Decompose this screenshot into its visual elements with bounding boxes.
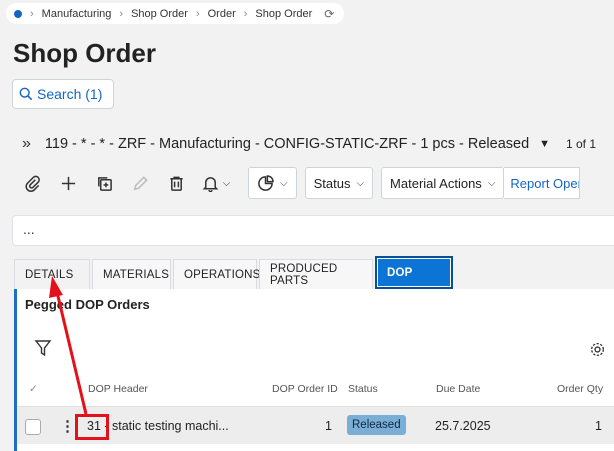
chevron-right-icon: ›	[195, 7, 200, 20]
chevron-down-icon: ⌵	[356, 177, 365, 189]
caret-down-icon[interactable]: ▼	[539, 138, 550, 150]
dop-order-id-cell: 1	[325, 419, 332, 433]
report-operation-button[interactable]: Report Oper	[504, 167, 581, 199]
breadcrumb-order[interactable]: Order	[208, 8, 236, 20]
attachment-button[interactable]	[14, 167, 50, 199]
column-header-status[interactable]: Status	[348, 383, 378, 395]
column-header-due-date[interactable]: Due Date	[436, 383, 480, 395]
chevron-down-icon: ⌵	[222, 177, 231, 189]
home-dot-icon[interactable]	[14, 9, 22, 18]
edit-button[interactable]	[122, 167, 158, 199]
command-toolbar: ⌵ ⌵ Status ⌵ Material Actions ⌵ Report O…	[14, 166, 614, 200]
record-pager: 1 of 1	[565, 137, 596, 151]
search-icon	[19, 87, 33, 101]
add-button[interactable]	[50, 167, 86, 199]
chevron-down-icon: ⌵	[487, 177, 496, 189]
due-date-cell: 25.7.2025	[435, 419, 491, 433]
status-badge: Released	[347, 415, 406, 435]
pie-chart-icon	[258, 174, 274, 191]
material-actions-label: Material Actions	[390, 175, 482, 191]
column-header-dop-header[interactable]: DOP Header	[88, 383, 148, 395]
search-button-label: Search (1)	[37, 86, 103, 102]
page-title: Shop Order	[13, 38, 157, 68]
gear-icon[interactable]	[589, 341, 606, 358]
copy-plus-icon	[97, 176, 112, 191]
breadcrumb-current: Shop Order	[255, 7, 313, 20]
breadcrumb: › Manufacturing › Shop Order › Order › S…	[6, 3, 345, 24]
row-checkbox[interactable]	[25, 419, 41, 435]
order-qty-cell: 1	[595, 419, 602, 433]
duplicate-button[interactable]	[86, 167, 122, 199]
trash-icon	[169, 176, 183, 191]
paperclip-icon	[24, 175, 40, 192]
filter-icon[interactable]	[34, 339, 52, 357]
breadcrumb-shop-order[interactable]: Shop Order	[131, 8, 188, 20]
delete-button[interactable]	[158, 167, 194, 199]
bell-icon	[202, 176, 219, 192]
column-header-order-qty[interactable]: Order Qty	[557, 383, 603, 395]
plus-icon	[61, 176, 75, 190]
double-chevron-right-icon[interactable]: »	[22, 135, 31, 153]
breadcrumb-manufacturing[interactable]: Manufacturing	[42, 8, 112, 20]
notification-button[interactable]: ⌵	[194, 167, 238, 199]
tab-details[interactable]: DETAILS	[14, 259, 90, 289]
panel-title: Pegged DOP Orders	[25, 297, 150, 312]
column-header-dop-order-id[interactable]: DOP Order ID	[272, 383, 338, 395]
material-actions-dropdown[interactable]: Material Actions ⌵	[381, 167, 505, 199]
status-dropdown[interactable]: Status ⌵	[304, 167, 374, 199]
chart-dropdown[interactable]: ⌵	[248, 167, 297, 199]
chevron-right-icon: ›	[30, 7, 34, 20]
search-button[interactable]: Search (1)	[12, 79, 114, 109]
chevron-right-icon: ›	[243, 7, 248, 20]
pencil-icon	[133, 175, 148, 190]
record-title: 119 - * - * - ZRF - Manufacturing - CONF…	[44, 136, 530, 152]
chevron-down-icon: ⌵	[280, 177, 288, 189]
chevron-right-icon: ›	[119, 7, 124, 20]
tab-dop[interactable]: DOP	[375, 256, 453, 289]
tab-bar: DETAILS MATERIALS OPERATIONS PRODUCED PA…	[14, 256, 455, 289]
header-details-bar[interactable]: ...	[12, 215, 614, 246]
status-dropdown-label: Status	[313, 175, 351, 191]
record-selector[interactable]: » 119 - * - * - ZRF - Manufacturing - CO…	[22, 132, 614, 156]
refresh-icon[interactable]: ⟳	[324, 7, 334, 21]
tab-produced-parts[interactable]: PRODUCED PARTS	[259, 259, 373, 289]
row-menu-icon[interactable]: ⋮	[60, 417, 75, 435]
tab-operations[interactable]: OPERATIONS	[173, 259, 260, 289]
tab-materials[interactable]: MATERIALS	[92, 259, 171, 289]
annotation-highlight-box	[75, 414, 109, 440]
select-all-check-icon[interactable]: ✓	[29, 383, 38, 395]
